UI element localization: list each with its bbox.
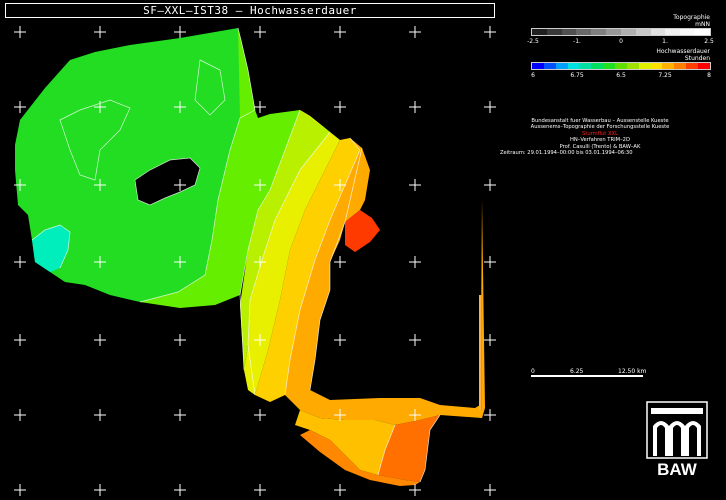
grid-cross [484,409,496,421]
grid-cross [334,101,346,113]
grid-cross [409,484,421,496]
grid-cross [484,179,496,191]
legend-dauer-title-2: Stunden [684,55,710,62]
info-block: Bundesanstalt fuer Wasserbau – Aussenste… [500,118,700,156]
grid-cross [484,484,496,496]
grid-cross [409,334,421,346]
legend-tick: 0 [619,38,623,45]
legend-topo-swatch [532,29,547,35]
legend-dauer-swatch [567,63,580,69]
legend-topo-swatch [561,29,577,35]
legend-topo-swatch [635,29,651,35]
grid-cross [14,26,26,38]
scale-label-2: 12.50 km [618,368,647,375]
grid-cross [484,101,496,113]
scale-label-1: 6.25 [570,368,584,375]
legend-tick: 6.75 [570,72,584,79]
legend-topo-swatch [665,29,681,35]
legend-dauer-swatch [615,63,627,69]
legend-tick: 8 [707,72,711,79]
legend-topo-title-1: Topographie [673,14,710,21]
grid-cross [484,256,496,268]
scale-bar [531,375,643,377]
scale-label-0: 0 [531,368,535,375]
grid-cross [254,484,266,496]
legend-tick: -2.5 [527,38,539,45]
grid-cross [94,26,106,38]
legend-dauer-swatch [555,63,568,69]
grid-cross [94,484,106,496]
legend-topo-title: Topographie mNN [600,14,710,28]
legend-tick: 6 [531,72,535,79]
grid-cross [174,484,186,496]
grid-cross [94,334,106,346]
grid-cross [409,256,421,268]
legend-topo-swatch [606,29,621,35]
legend-dauer-swatch [579,63,592,69]
legend-dauer-swatch [626,63,639,69]
grid-cross [14,409,26,421]
grid-cross [484,26,496,38]
grid-cross [254,101,266,113]
legend-tick: 1. [662,38,668,45]
legend-topo-swatch [576,29,592,35]
grid-cross [14,484,26,496]
legend-dauer-swatch [698,63,710,69]
legend-topo-swatch [546,29,562,35]
baw-logo: BAW [646,401,708,478]
legend-dauer-swatch [674,63,687,69]
grid-cross [174,334,186,346]
logo-text: BAW [657,460,698,478]
legend-dauer-swatch [686,63,699,69]
grid-cross [334,484,346,496]
grid-cross [334,334,346,346]
grid-cross [174,409,186,421]
grid-cross [14,101,26,113]
legend-topo-swatch [695,29,710,35]
grid-cross [409,179,421,191]
grid-cross [409,101,421,113]
legend-dauer-swatch [638,63,651,69]
legend-tick: 6.5 [616,72,626,79]
legend-tick: 2.5 [704,38,714,45]
plot-window: SF–XXL–IST38 – Hochwasserdauer Topograph… [0,0,726,500]
legend-topo-swatch [680,29,696,35]
grid-cross [94,409,106,421]
legend-dauer-colorbar [531,62,711,70]
info-line-6: Zeitraum: 29.01.1994–00:00 bis 03.01.199… [500,150,633,157]
legend-tick: -1. [573,38,581,45]
legend-dauer-swatch [532,63,544,69]
grid-cross [334,26,346,38]
legend-dauer-title: Hochwasserdauer Stunden [600,48,710,62]
grid-cross [14,334,26,346]
legend-dauer-title-1: Hochwasserdauer [656,48,710,55]
legend-topo-swatch [620,29,636,35]
grid-cross [484,334,496,346]
legend-dauer-swatch [662,63,675,69]
legend-topo-swatch [591,29,607,35]
grid-cross [254,409,266,421]
grid-cross [254,26,266,38]
legend-dauer-swatch [591,63,604,69]
grid-cross [334,256,346,268]
legend-topo-swatch [650,29,666,35]
legend-topo-colorbar [531,28,711,36]
legend-dauer-swatch [543,63,556,69]
legend-dauer-swatch [650,63,663,69]
grid-cross [174,26,186,38]
grid-cross [14,256,26,268]
channel-strip [479,295,482,410]
legend-dauer-swatch [603,63,616,69]
legend-topo-title-2: mNN [695,21,710,28]
legend-tick: 7.25 [658,72,672,79]
grid-cross [409,26,421,38]
